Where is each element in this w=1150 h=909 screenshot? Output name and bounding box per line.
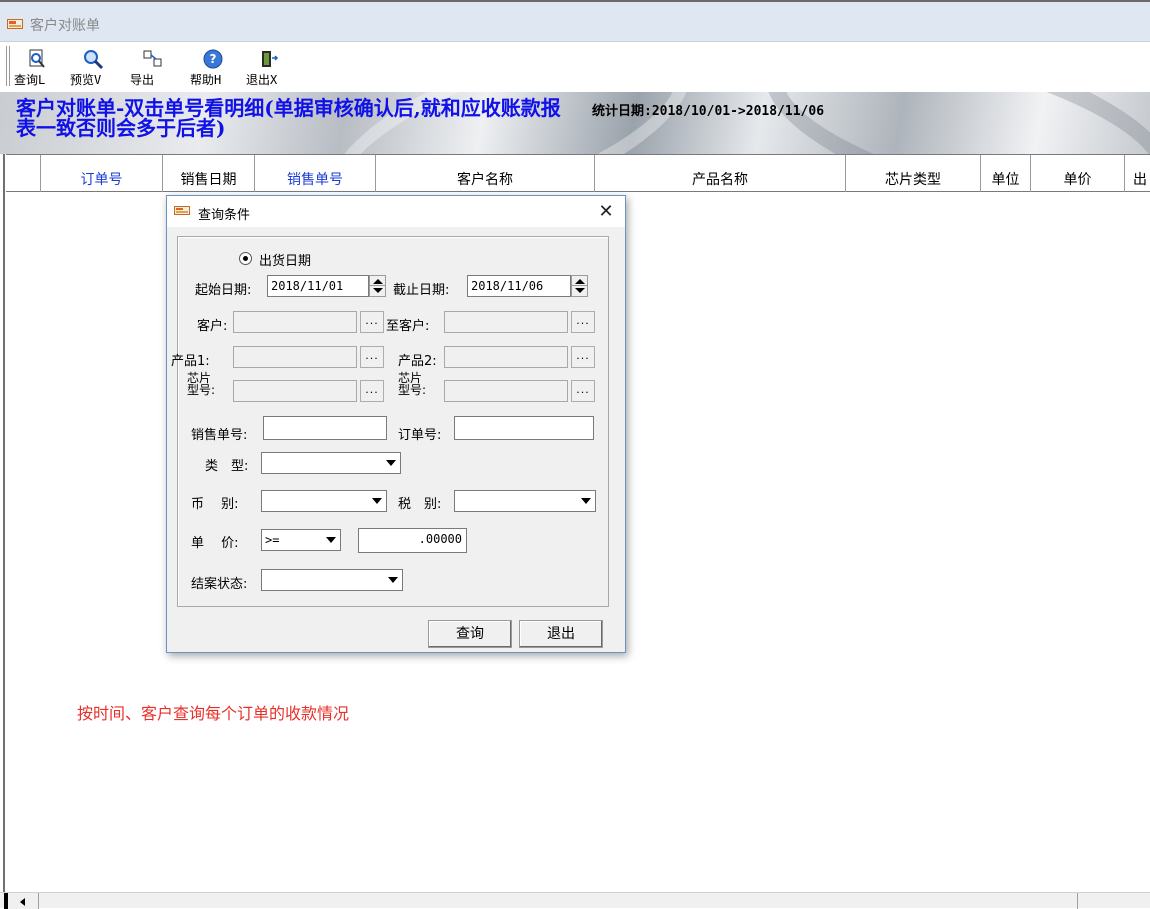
close-icon[interactable]: ✕: [591, 199, 621, 225]
toolbar-grip[interactable]: [6, 46, 10, 86]
chip-model-field-2[interactable]: [444, 380, 568, 402]
query-submit-button[interactable]: 查询: [428, 620, 512, 648]
window-title-bar: 客户对账单: [0, 0, 1150, 42]
column-header-indicator[interactable]: [6, 155, 41, 193]
unit-price-label: 单 价:: [191, 536, 239, 551]
tax-select[interactable]: [454, 490, 596, 512]
statistics-date: 统计日期:2018/10/01->2018/11/06: [592, 100, 824, 119]
help-button[interactable]: ? 帮助H: [190, 46, 236, 88]
help-icon: ?: [202, 48, 224, 70]
start-date-label: 起始日期:: [195, 283, 252, 298]
chevron-down-icon[interactable]: [577, 492, 594, 510]
chevron-down-icon[interactable]: [382, 454, 399, 472]
chip-model-field-1[interactable]: [233, 380, 357, 402]
scrollbar-separator: [1077, 893, 1078, 909]
exit-button[interactable]: 退出X: [246, 46, 292, 88]
preview-button[interactable]: 预览V: [70, 46, 116, 88]
export-button[interactable]: 导出: [130, 46, 176, 88]
product2-field[interactable]: [444, 346, 568, 368]
start-date-field[interactable]: 2018/11/01: [267, 275, 369, 297]
magnifier-icon: [82, 48, 104, 70]
horizontal-scrollbar[interactable]: [0, 892, 1150, 909]
start-date-spinner[interactable]: [369, 275, 386, 297]
svg-text:?: ?: [210, 52, 217, 66]
chip-model-label-1: 芯片 型号:: [187, 372, 215, 396]
end-date-label: 截止日期:: [393, 283, 450, 298]
product1-browse-button[interactable]: ...: [360, 346, 384, 368]
sales-no-label: 销售单号:: [191, 428, 248, 443]
currency-select[interactable]: [261, 490, 387, 512]
chip-model-label-bottom: 型号:: [398, 383, 427, 397]
type-label: 类 型:: [205, 459, 249, 474]
column-header-shipment[interactable]: 出: [1125, 155, 1150, 193]
type-select[interactable]: [261, 452, 401, 474]
column-header-order-no[interactable]: 订单号: [41, 155, 163, 193]
report-heading: 客户对账单-双击单号看明细(单据审核确认后,就和应收账款报表一致否则会多于后者): [16, 96, 561, 140]
price-operator-select[interactable]: >=: [261, 529, 341, 551]
product2-label: 产品2:: [398, 354, 437, 369]
dialog-app-icon: [174, 206, 190, 215]
query-conditions-dialog: 查询条件 ✕ 出货日期 起始日期: 2018/11/01 截止日期: 2018/…: [166, 195, 626, 653]
dialog-exit-button[interactable]: 退出: [519, 620, 603, 648]
export-icon: [142, 48, 164, 70]
ship-date-radio[interactable]: [239, 252, 252, 265]
dialog-title-bar[interactable]: 查询条件 ✕: [167, 196, 625, 227]
currency-label: 币 别:: [191, 497, 239, 512]
product1-field[interactable]: [233, 346, 357, 368]
chip-model-browse-button-1[interactable]: ...: [360, 380, 384, 402]
chevron-down-icon[interactable]: [322, 531, 339, 549]
annotation-note: 按时间、客户查询每个订单的收款情况: [77, 704, 350, 723]
customer-field[interactable]: [233, 311, 357, 333]
product1-label: 产品1:: [171, 354, 210, 369]
chevron-down-icon[interactable]: [384, 571, 401, 589]
dialog-title: 查询条件: [198, 208, 251, 223]
column-header-unit[interactable]: 单位: [981, 155, 1031, 193]
chip-model-label-bottom: 型号:: [187, 383, 216, 397]
price-operator-value: >=: [265, 533, 280, 547]
report-banner: 客户对账单-双击单号看明细(单据审核确认后,就和应收账款报表一致否则会多于后者)…: [0, 92, 1150, 154]
unit-price-field[interactable]: .00000: [358, 528, 467, 553]
to-customer-field[interactable]: [444, 311, 568, 333]
chevron-down-icon[interactable]: [368, 492, 385, 510]
grid-header: 订单号 销售日期 销售单号 客户名称 产品名称 芯片类型 单位 单价 出: [6, 154, 1150, 193]
column-header-unit-price[interactable]: 单价: [1031, 155, 1125, 193]
column-header-chip-type[interactable]: 芯片类型: [846, 155, 981, 193]
to-customer-browse-button[interactable]: ...: [571, 311, 595, 333]
chip-model-label-2: 芯片 型号:: [398, 372, 426, 396]
scrollbar-separator: [38, 893, 39, 909]
column-header-sales-no[interactable]: 销售单号: [255, 155, 376, 193]
column-header-product-name[interactable]: 产品名称: [595, 155, 846, 193]
grid-left-border: [3, 154, 5, 908]
ship-date-label: 出货日期: [259, 254, 312, 269]
query-icon: [26, 48, 48, 70]
customer-browse-button[interactable]: ...: [360, 311, 384, 333]
statistics-date-value: 2018/10/01->2018/11/06: [651, 104, 825, 119]
to-customer-label: 至客户:: [386, 319, 430, 334]
tax-label: 税 别:: [398, 497, 442, 512]
statistics-date-label: 统计日期:: [592, 104, 652, 119]
scroll-left-arrow-icon[interactable]: [8, 893, 38, 909]
customer-label: 客户:: [197, 319, 228, 334]
column-header-sales-date[interactable]: 销售日期: [163, 155, 255, 193]
close-status-label: 结案状态:: [191, 577, 248, 592]
product2-browse-button[interactable]: ...: [571, 346, 595, 368]
order-no-label: 订单号:: [398, 428, 442, 443]
exit-door-icon: [258, 48, 280, 70]
sales-no-field[interactable]: [263, 416, 387, 440]
end-date-field[interactable]: 2018/11/06: [467, 275, 571, 297]
close-status-select[interactable]: [261, 569, 403, 591]
chip-model-browse-button-2[interactable]: ...: [571, 380, 595, 402]
column-header-customer-name[interactable]: 客户名称: [376, 155, 595, 193]
window-title: 客户对账单: [30, 18, 100, 34]
app-logo-icon: [7, 19, 23, 29]
end-date-spinner[interactable]: [571, 275, 588, 297]
toolbar: 查询L 预览V 导出 ? 帮助H 退出X: [0, 42, 1150, 92]
query-button[interactable]: 查询L: [14, 46, 60, 88]
order-no-field[interactable]: [454, 416, 594, 440]
